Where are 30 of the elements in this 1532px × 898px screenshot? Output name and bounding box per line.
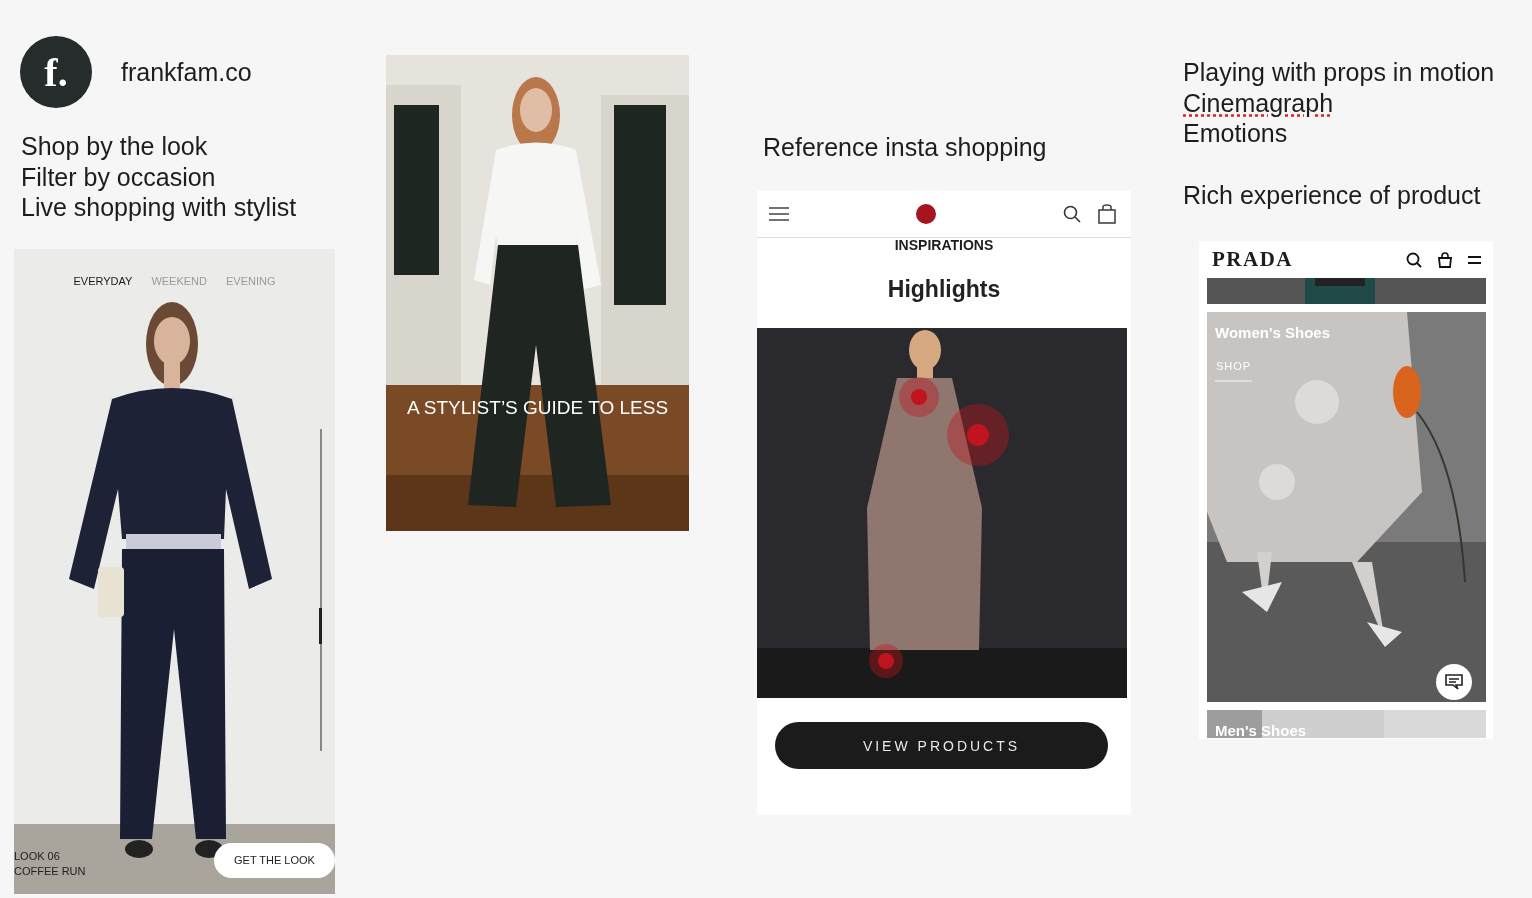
caption-text: A STYLIST’S GUIDE TO LESS [405, 397, 670, 419]
brand-logo[interactable]: PRADA [1212, 247, 1293, 272]
note-text: Shop by the look [21, 131, 209, 162]
look-name: COFFEE RUN [14, 863, 86, 879]
hotspot-icon[interactable] [869, 644, 903, 678]
note-text: Emotions [1183, 118, 1289, 149]
menu-icon[interactable] [1468, 254, 1481, 265]
search-icon[interactable] [1406, 251, 1422, 268]
note-text: Playing with props in motion [1183, 57, 1495, 88]
note-text: Rich experience of product [1183, 179, 1482, 210]
scroll-bar[interactable] [320, 428, 322, 751]
note-text: Cinemagraph [1183, 87, 1334, 118]
brand-name: frankfam.co [121, 57, 252, 87]
get-look-button[interactable]: GET THE LOOK [214, 842, 335, 878]
screen-heading: Highlights [886, 276, 1002, 303]
category-title: Women's Shoes [1215, 324, 1330, 341]
hotspot-icon[interactable] [947, 404, 1009, 466]
note-text: Filter by occasion [21, 161, 217, 192]
occasion-tab[interactable]: EVERYDAY [73, 274, 133, 287]
dot-logo-icon[interactable] [916, 204, 936, 224]
bag-icon[interactable] [1438, 251, 1452, 268]
view-products-button[interactable]: VIEW PRODUCTS [775, 722, 1108, 769]
brand-logo: f. [20, 36, 92, 108]
look-number: LOOK 06 [14, 848, 61, 864]
section-title: Reference insta shopping [762, 132, 1048, 163]
chat-icon [1445, 674, 1463, 690]
note-text: Live shopping with stylist [21, 192, 298, 223]
search-icon[interactable] [1063, 205, 1081, 223]
eyebrow-text: INSPIRATIONS [893, 238, 995, 252]
bag-icon[interactable] [1098, 204, 1116, 224]
